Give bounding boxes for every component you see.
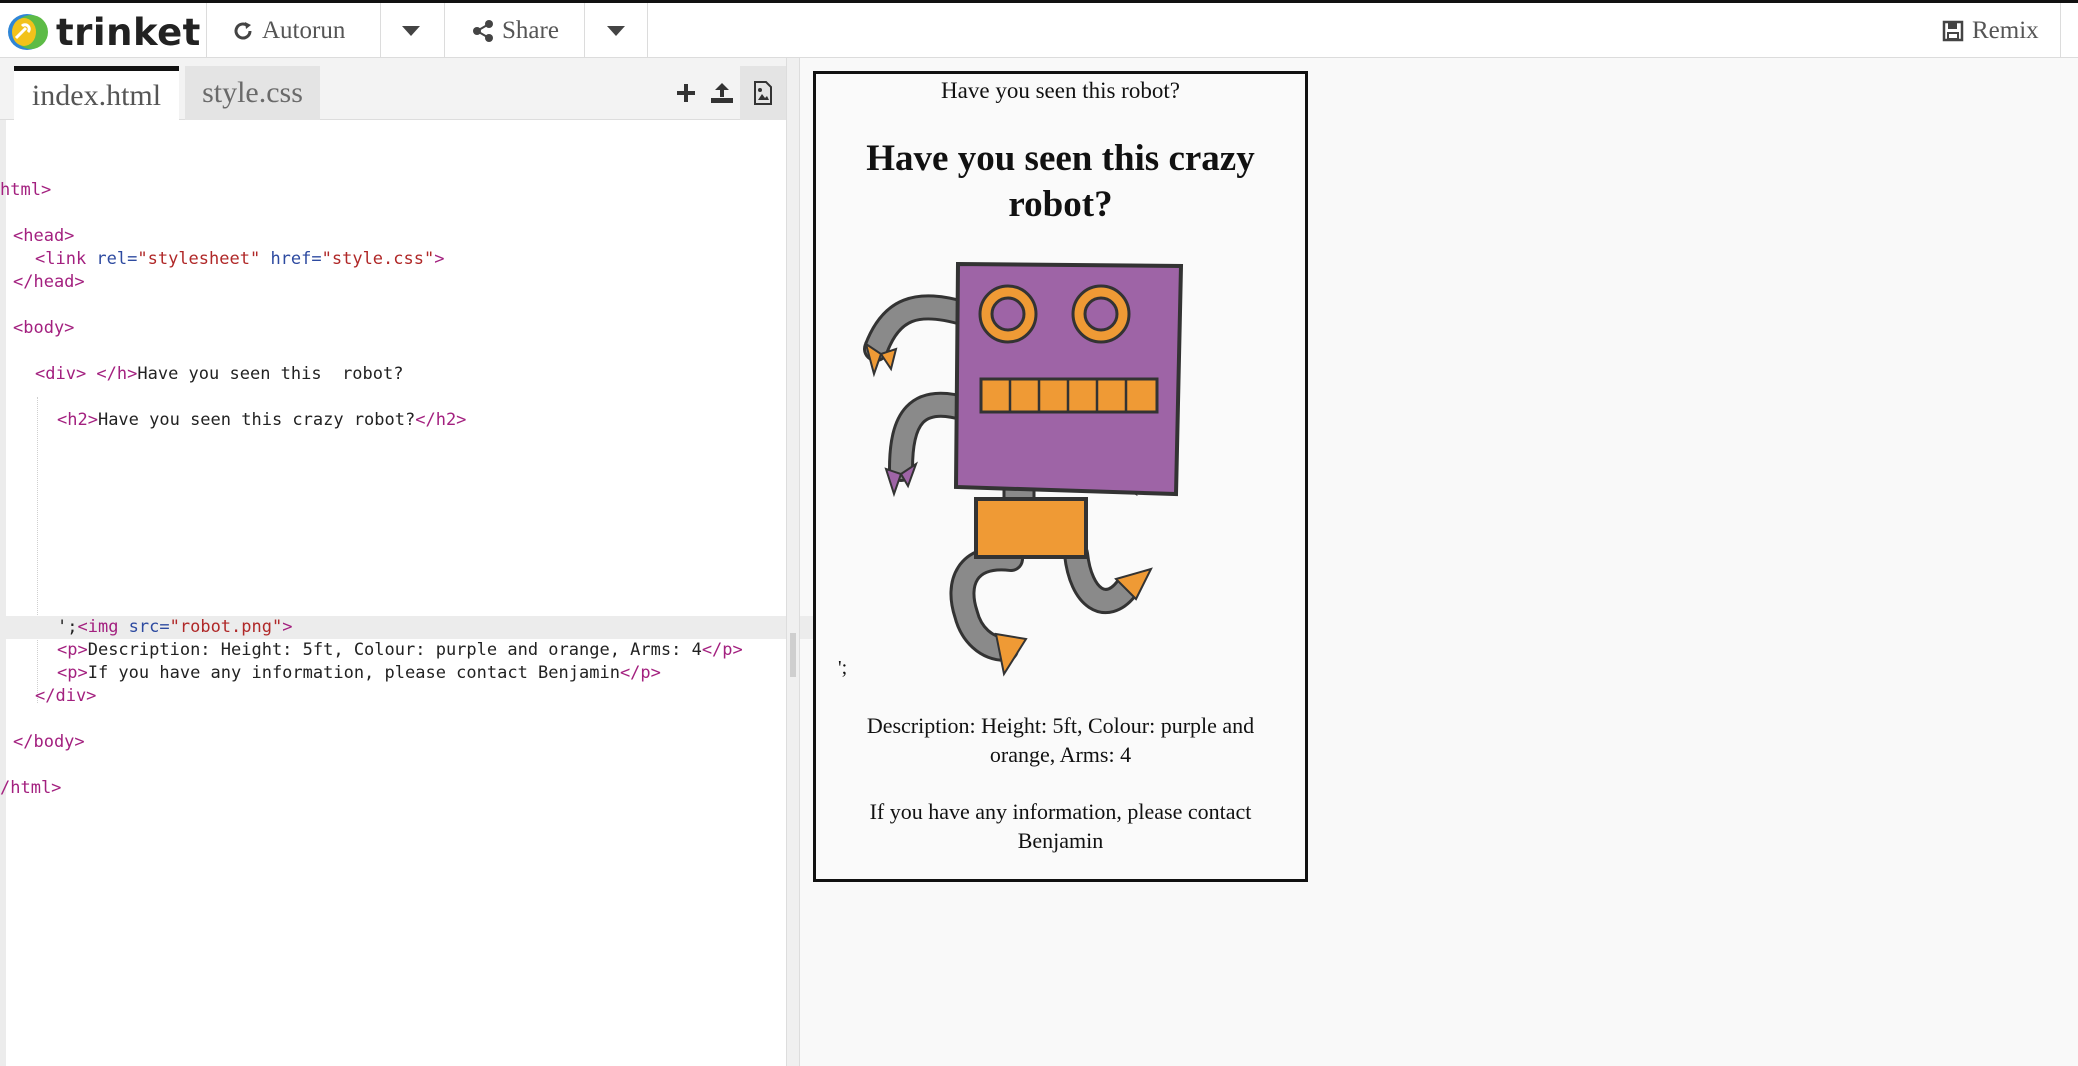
code-area[interactable]: html> <head> <link rel="stylesheet" href… xyxy=(0,120,843,1066)
toolbar-divider xyxy=(206,3,207,58)
add-file-button[interactable] xyxy=(668,73,704,113)
tab-index-html[interactable]: index.html xyxy=(14,66,179,120)
autorun-button[interactable]: Autorun xyxy=(232,3,345,58)
code-line: </div> xyxy=(35,686,97,706)
code-editor-pane: index.html style.css html> <head> <link … xyxy=(0,58,843,1066)
preview-stray-text: '; xyxy=(838,657,848,679)
preview-contact-line2: Benjamin xyxy=(1017,828,1104,853)
logo-text: trinket xyxy=(56,10,201,54)
file-tabs: index.html style.css xyxy=(0,58,786,120)
preview-output: Have you seen this robot? Have you seen … xyxy=(813,71,1308,882)
preview-heading-line1: Have you seen this crazy xyxy=(866,138,1255,179)
caret-down-icon xyxy=(402,25,420,36)
file-tools xyxy=(668,66,786,120)
robot-image xyxy=(863,261,1184,677)
preview-heading-line2: robot? xyxy=(1008,184,1113,225)
remix-button[interactable]: Remix xyxy=(1942,3,2039,58)
autorun-dropdown-button[interactable] xyxy=(381,3,441,58)
code-line: <p>Description: Height: 5ft, Colour: pur… xyxy=(57,640,743,660)
toolbar-divider xyxy=(584,3,585,58)
remix-label: Remix xyxy=(1972,16,2039,44)
splitter-grip[interactable] xyxy=(790,633,796,677)
upload-icon xyxy=(711,83,733,103)
code-line-active: ';<img src="robot.png"> xyxy=(0,616,843,639)
upload-file-button[interactable] xyxy=(704,73,740,113)
preview-div-text: Have you seen this robot? xyxy=(941,78,1180,103)
preview-contact-line1: If you have any information, please cont… xyxy=(869,799,1252,824)
code-line: <p>If you have any information, please c… xyxy=(57,663,661,683)
code-line: <div> </h>Have you seen this robot? xyxy=(35,364,404,384)
save-icon xyxy=(1942,20,1964,41)
share-label: Share xyxy=(502,16,559,44)
code-line: html> xyxy=(0,180,52,200)
code-line: <link rel="stylesheet" href="style.css"> xyxy=(35,249,445,269)
image-library-button[interactable] xyxy=(740,66,786,120)
autorun-label: Autorun xyxy=(262,16,346,44)
share-button[interactable]: Share xyxy=(472,3,559,58)
image-icon xyxy=(754,81,772,105)
code-line: <h2>Have you seen this crazy robot?</h2> xyxy=(57,410,467,430)
trinket-logo-icon xyxy=(8,14,48,50)
plus-icon xyxy=(677,84,695,102)
toolbar-divider xyxy=(2060,3,2061,58)
trinket-logo[interactable]: trinket xyxy=(6,6,201,58)
toolbar-divider xyxy=(444,3,445,58)
tab-style-css[interactable]: style.css xyxy=(185,66,320,120)
code-line: <body> xyxy=(13,318,75,338)
code-line: /html> xyxy=(0,778,62,798)
share-icon xyxy=(473,19,493,42)
preview-description-line1: Description: Height: 5ft, Colour: purple… xyxy=(866,713,1255,738)
preview-description-line2: orange, Arms: 4 xyxy=(989,742,1132,767)
code-line: </body> xyxy=(13,732,85,752)
code-line: </head> xyxy=(13,272,85,292)
top-toolbar: trinket Autorun Share Remix xyxy=(0,0,2078,58)
refresh-icon xyxy=(234,21,252,39)
caret-down-icon xyxy=(607,25,625,36)
toolbar-divider xyxy=(647,3,648,58)
pane-splitter[interactable] xyxy=(786,58,800,1066)
code-line: <head> xyxy=(13,226,75,246)
share-dropdown-button[interactable] xyxy=(586,3,646,58)
